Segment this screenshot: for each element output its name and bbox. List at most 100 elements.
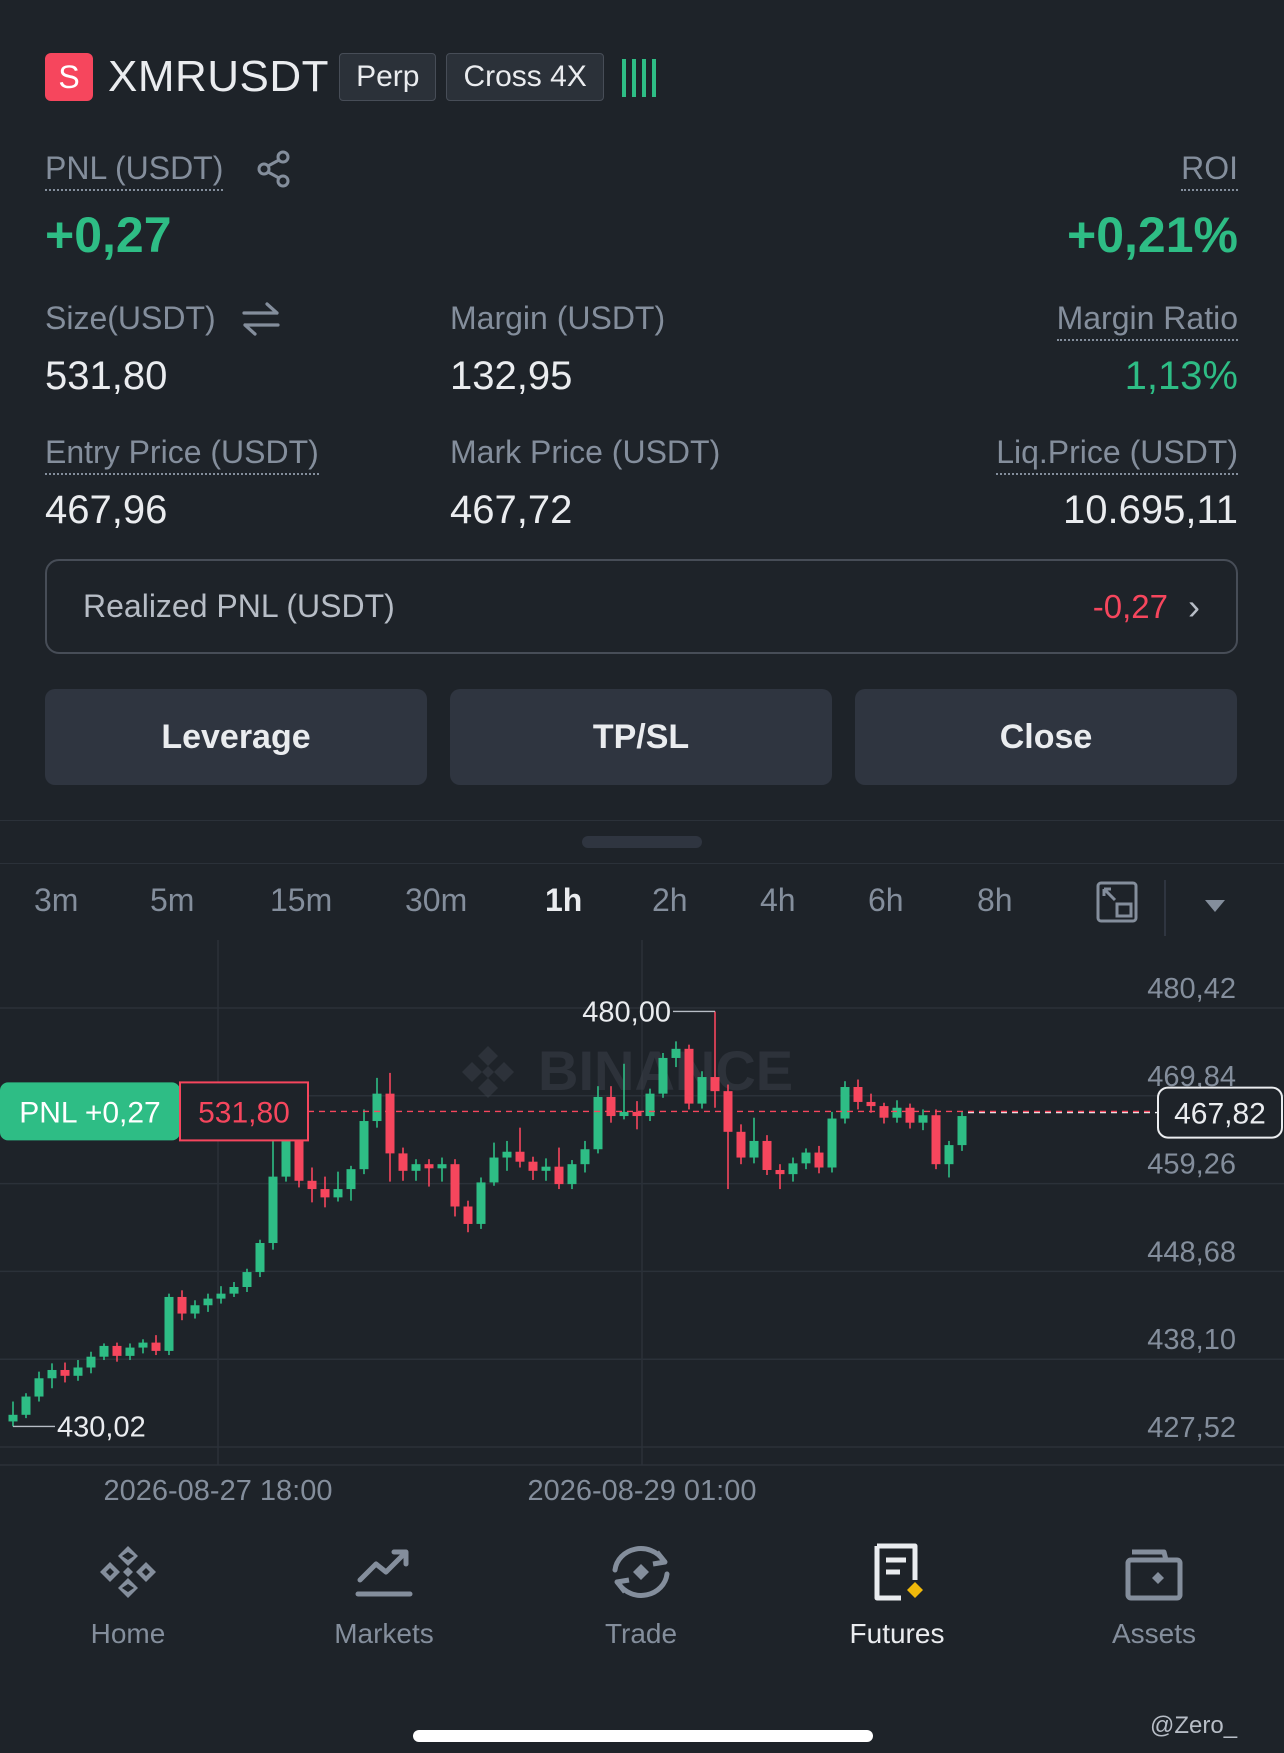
candle [905,1103,915,1129]
candle [268,1127,278,1250]
candle [190,1300,200,1319]
tab-3m[interactable]: 3m [34,882,78,919]
share-icon[interactable] [256,150,292,193]
x-tick-label: 2026-08-29 01:00 [528,1475,757,1507]
caret-down-icon[interactable] [1203,898,1227,919]
tab-5m[interactable]: 5m [150,882,194,919]
nav-label-assets: Assets [1111,1618,1197,1649]
entry-price-value: 467,96 [45,488,168,532]
low-price-label: 430,02 [57,1411,146,1443]
tab-4h[interactable]: 4h [760,882,796,919]
margin-ratio-label[interactable]: Margin Ratio [1056,300,1238,341]
candle [528,1156,538,1180]
nav-futures[interactable]: Futures [787,1540,1007,1650]
candle [385,1072,395,1182]
symbol-title[interactable]: XMRUSDT [108,52,329,102]
tab-2h[interactable]: 2h [652,882,688,919]
candle [567,1160,577,1190]
candle-body [606,1096,616,1117]
candle-body [684,1048,694,1104]
candle [931,1109,941,1170]
candle-body [8,1414,18,1422]
pnl-label[interactable]: PNL (USDT) [45,150,224,191]
nav-assets[interactable]: Assets [1044,1540,1264,1650]
tab-30m[interactable]: 30m [405,882,467,919]
candle-body [814,1152,824,1168]
home-indicator[interactable] [413,1730,873,1742]
candle-body [333,1189,343,1198]
candle [307,1167,317,1203]
candle [853,1079,863,1110]
candle-body [112,1345,122,1356]
candle [86,1351,96,1374]
realized-pnl-row[interactable]: Realized PNL (USDT) -0,27 › [45,559,1238,654]
candle [164,1293,174,1356]
candle [957,1111,967,1151]
candle-body [957,1116,967,1146]
nav-trade[interactable]: Trade [531,1540,751,1650]
expand-chart-icon[interactable] [1095,880,1139,929]
drag-handle[interactable] [582,836,702,848]
candle [255,1239,265,1278]
candle [138,1339,148,1354]
candle [463,1200,473,1233]
candle-body [268,1176,278,1244]
tab-1h[interactable]: 1h [545,882,582,919]
leverage-button[interactable]: Leverage [45,689,427,785]
candle-body [476,1182,486,1224]
tpsl-button[interactable]: TP/SL [450,689,832,785]
candle [762,1135,772,1175]
candle [8,1401,18,1427]
candle [34,1371,44,1402]
candle-body [34,1378,44,1397]
candle-body [736,1131,746,1158]
candle [73,1360,83,1381]
candle-body [398,1153,408,1171]
candle [632,1101,642,1130]
trade-swap-icon [612,1546,670,1598]
candle-body [255,1243,265,1273]
y-tick-label: 459,26 [1147,1149,1236,1181]
tab-6h[interactable]: 6h [868,882,904,919]
close-button[interactable]: Close [855,689,1237,785]
candle-body [905,1107,915,1123]
futures-document-icon [874,1543,923,1601]
candle [736,1124,746,1165]
candle [502,1140,512,1171]
y-tick-label: 427,52 [1147,1412,1236,1444]
candle [424,1159,434,1187]
candle-body [658,1057,668,1094]
candle-body [541,1166,551,1171]
nav-home[interactable]: Home [18,1540,238,1650]
candle-body [47,1369,57,1379]
candle-body [892,1107,902,1118]
position-header: S XMRUSDT Perp Cross 4X [45,52,656,102]
candle [99,1343,109,1361]
margin-value: 132,95 [450,354,573,398]
nav-label-futures: Futures [849,1618,945,1649]
candle [320,1176,330,1208]
candle-body [60,1369,70,1376]
nav-markets[interactable]: Markets [274,1540,494,1650]
candle-body [801,1152,811,1164]
tab-15m[interactable]: 15m [270,882,332,919]
pnl-value: +0,27 [45,207,172,263]
price-chart[interactable]: 480,42469,84459,26448,68438,10427,522026… [0,940,1284,1520]
candle-body [190,1305,200,1314]
tab-8h[interactable]: 8h [977,882,1013,919]
swap-unit-icon[interactable] [241,300,281,343]
margin-mode-tag[interactable]: Cross 4X [446,53,604,101]
candle [411,1159,421,1181]
candle-body [632,1111,642,1117]
candle [879,1102,889,1124]
candle-body [840,1087,850,1119]
liq-price-label[interactable]: Liq.Price (USDT) [996,434,1238,475]
candle-body [788,1163,798,1175]
entry-price-label[interactable]: Entry Price (USDT) [45,434,319,475]
candle-body [554,1166,564,1185]
candle-body [450,1164,460,1207]
candle-body [125,1347,135,1356]
roi-label[interactable]: ROI [1181,150,1238,191]
chart-trend-icon [355,1549,413,1597]
candle [21,1393,31,1419]
